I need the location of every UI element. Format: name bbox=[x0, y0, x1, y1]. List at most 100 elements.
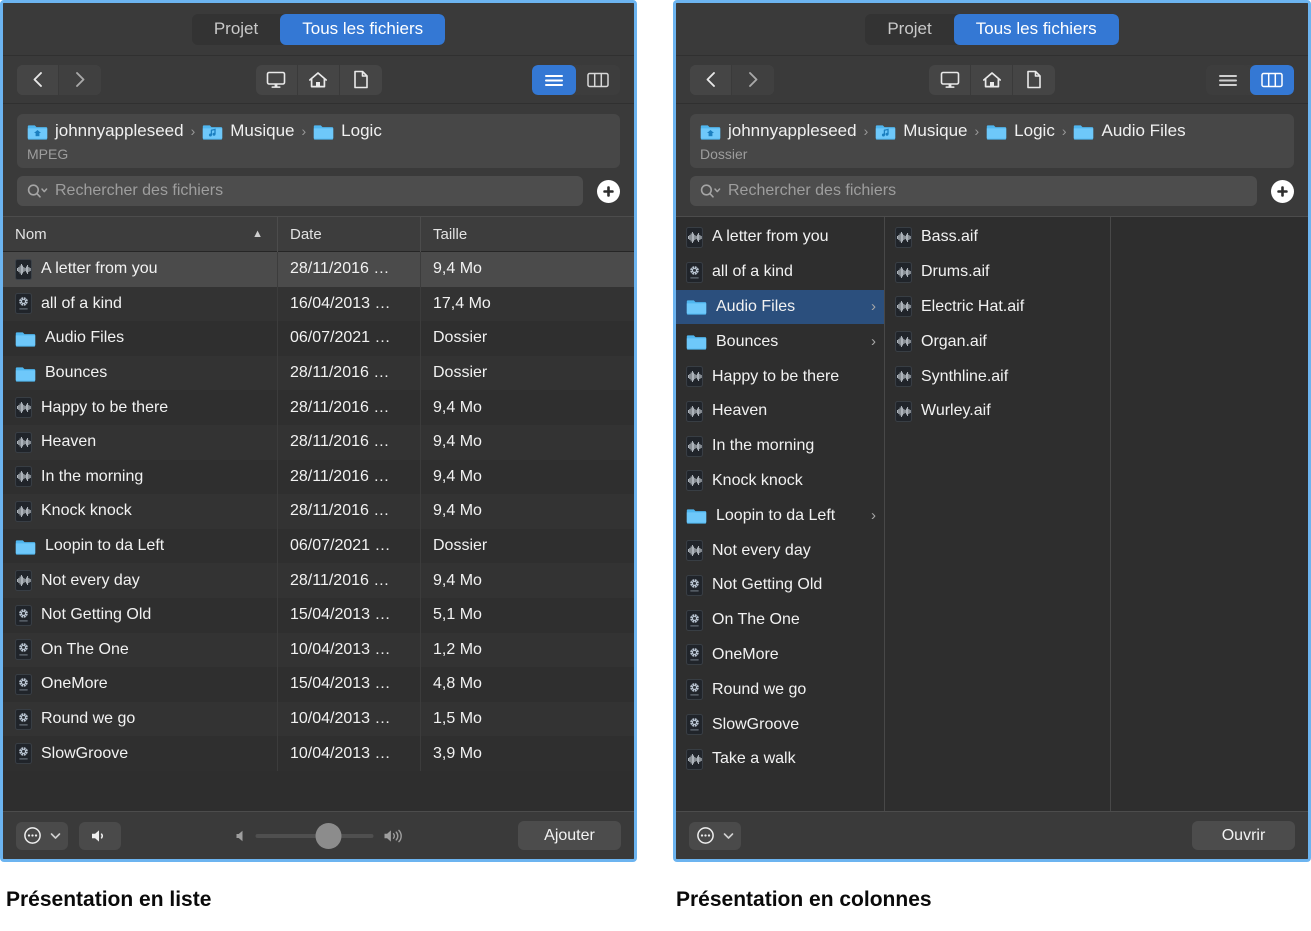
breadcrumb-item-musique[interactable]: Musique bbox=[202, 121, 294, 141]
volume-slider-left[interactable] bbox=[233, 828, 404, 844]
forward-button-right[interactable] bbox=[732, 65, 774, 95]
table-row[interactable]: Not every day28/11/2016 …9,4 Mo bbox=[3, 563, 634, 598]
table-row[interactable]: On The One10/04/2013 …1,2 Mo bbox=[3, 633, 634, 668]
breadcrumb-item-logic[interactable]: Logic bbox=[313, 121, 382, 141]
file-name-label: SlowGroove bbox=[41, 745, 128, 763]
folder-icon bbox=[15, 330, 36, 347]
list-item[interactable]: Electric Hat.aif bbox=[885, 290, 1110, 325]
cell-size: 5,1 Mo bbox=[421, 598, 634, 633]
more-options-button-right[interactable] bbox=[689, 822, 741, 850]
list-item[interactable]: Organ.aif bbox=[885, 324, 1110, 359]
location-shortcuts-left bbox=[256, 65, 382, 95]
segmented-control-left[interactable]: Projet Tous les fichiers bbox=[192, 14, 445, 45]
table-row[interactable]: A letter from you28/11/2016 …9,4 Mo bbox=[3, 252, 634, 287]
back-button-left[interactable] bbox=[17, 65, 59, 95]
table-row[interactable]: Audio Files06/07/2021 …Dossier bbox=[3, 321, 634, 356]
list-view-button-left[interactable] bbox=[532, 65, 576, 95]
cell-name: In the morning bbox=[3, 460, 278, 495]
list-item[interactable]: In the morning bbox=[676, 429, 884, 464]
table-row[interactable]: Loopin to da Left06/07/2021 …Dossier bbox=[3, 529, 634, 564]
table-row[interactable]: OneMore15/04/2013 …4,8 Mo bbox=[3, 667, 634, 702]
cell-name: SlowGroove bbox=[3, 736, 278, 771]
cell-date: 15/04/2013 … bbox=[278, 667, 421, 702]
home-location-button-left[interactable] bbox=[298, 65, 340, 95]
list-view-button-right[interactable] bbox=[1206, 65, 1250, 95]
table-row[interactable]: Round we go10/04/2013 …1,5 Mo bbox=[3, 702, 634, 737]
list-item[interactable]: Bounces› bbox=[676, 324, 884, 359]
breadcrumb-item-home[interactable]: johnnyappleseed bbox=[700, 121, 857, 141]
more-options-button-left[interactable] bbox=[16, 822, 68, 850]
list-item[interactable]: Synthline.aif bbox=[885, 359, 1110, 394]
list-item[interactable]: On The One bbox=[676, 603, 884, 638]
list-item[interactable]: Take a walk bbox=[676, 742, 884, 777]
ouvrir-button[interactable]: Ouvrir bbox=[1192, 821, 1295, 850]
breadcrumb-separator-icon: › bbox=[302, 123, 307, 139]
list-item[interactable]: SlowGroove bbox=[676, 707, 884, 742]
breadcrumb-item-logic[interactable]: Logic bbox=[986, 121, 1055, 141]
table-row[interactable]: Knock knock28/11/2016 …9,4 Mo bbox=[3, 494, 634, 529]
table-row[interactable]: all of a kind16/04/2013 …17,4 Mo bbox=[3, 287, 634, 322]
list-item[interactable]: Not every day bbox=[676, 533, 884, 568]
column-header-nom[interactable]: Nom ▲ bbox=[3, 216, 278, 252]
add-button-left[interactable] bbox=[597, 180, 620, 203]
search-input-left[interactable]: Rechercher des fichiers bbox=[17, 176, 583, 206]
list-item[interactable]: OneMore bbox=[676, 638, 884, 673]
column-header-taille[interactable]: Taille bbox=[421, 216, 634, 252]
segmented-control-right[interactable]: Projet Tous les fichiers bbox=[865, 14, 1118, 45]
document-location-button-left[interactable] bbox=[340, 65, 382, 95]
column-header-date[interactable]: Date bbox=[278, 216, 421, 252]
column-view-button-left[interactable] bbox=[576, 65, 620, 95]
document-location-button-right[interactable] bbox=[1013, 65, 1055, 95]
table-row[interactable]: In the morning28/11/2016 …9,4 Mo bbox=[3, 460, 634, 495]
table-row[interactable]: Heaven28/11/2016 …9,4 Mo bbox=[3, 425, 634, 460]
list-item[interactable]: Not Getting Old bbox=[676, 568, 884, 603]
home-location-button-right[interactable] bbox=[971, 65, 1013, 95]
project-file-icon bbox=[686, 679, 703, 700]
list-item[interactable]: Wurley.aif bbox=[885, 394, 1110, 429]
chevron-right-icon bbox=[75, 71, 86, 88]
display-location-button-right[interactable] bbox=[929, 65, 971, 95]
ajouter-button[interactable]: Ajouter bbox=[518, 821, 621, 850]
project-file-icon bbox=[686, 644, 703, 665]
tab-tous-les-fichiers-right[interactable]: Tous les fichiers bbox=[954, 14, 1119, 45]
breadcrumb-label: Musique bbox=[903, 121, 967, 141]
list-item[interactable]: Round we go bbox=[676, 672, 884, 707]
document-icon bbox=[1026, 70, 1042, 89]
list-item[interactable]: Loopin to da Left› bbox=[676, 498, 884, 533]
tab-tous-les-fichiers-left[interactable]: Tous les fichiers bbox=[280, 14, 445, 45]
breadcrumb-item-home[interactable]: johnnyappleseed bbox=[27, 121, 184, 141]
cell-size: Dossier bbox=[421, 529, 634, 564]
cell-size: 9,4 Mo bbox=[421, 425, 634, 460]
list-item[interactable]: Knock knock bbox=[676, 464, 884, 499]
folder-icon bbox=[686, 298, 707, 315]
forward-button-left[interactable] bbox=[59, 65, 101, 95]
volume-knob[interactable] bbox=[315, 823, 341, 849]
back-button-right[interactable] bbox=[690, 65, 732, 95]
preview-play-button-left[interactable] bbox=[79, 822, 121, 850]
display-location-button-left[interactable] bbox=[256, 65, 298, 95]
breadcrumb-item-audio-files[interactable]: Audio Files bbox=[1073, 121, 1185, 141]
list-item[interactable]: Audio Files› bbox=[676, 290, 884, 325]
column-view-button-right[interactable] bbox=[1250, 65, 1294, 95]
list-item[interactable]: Bass.aif bbox=[885, 220, 1110, 255]
cell-size: Dossier bbox=[421, 356, 634, 391]
list-item[interactable]: A letter from you bbox=[676, 220, 884, 255]
breadcrumb-item-musique[interactable]: Musique bbox=[875, 121, 967, 141]
table-row[interactable]: Bounces28/11/2016 …Dossier bbox=[3, 356, 634, 391]
volume-track[interactable] bbox=[255, 834, 373, 838]
cell-date: 28/11/2016 … bbox=[278, 563, 421, 598]
list-item[interactable]: all of a kind bbox=[676, 255, 884, 290]
plus-icon bbox=[1275, 184, 1290, 199]
table-row[interactable]: SlowGroove10/04/2013 …3,9 Mo bbox=[3, 736, 634, 771]
cell-name: A letter from you bbox=[3, 252, 278, 287]
list-item[interactable]: Heaven bbox=[676, 394, 884, 429]
tab-projet-right[interactable]: Projet bbox=[865, 14, 953, 45]
tab-projet-left[interactable]: Projet bbox=[192, 14, 280, 45]
list-item[interactable]: Happy to be there bbox=[676, 359, 884, 394]
table-row[interactable]: Not Getting Old15/04/2013 …5,1 Mo bbox=[3, 598, 634, 633]
search-input-right[interactable]: Rechercher des fichiers bbox=[690, 176, 1257, 206]
add-button-right[interactable] bbox=[1271, 180, 1294, 203]
table-row[interactable]: Happy to be there28/11/2016 …9,4 Mo bbox=[3, 390, 634, 425]
list-item[interactable]: Drums.aif bbox=[885, 255, 1110, 290]
breadcrumb-separator-icon: › bbox=[191, 123, 196, 139]
